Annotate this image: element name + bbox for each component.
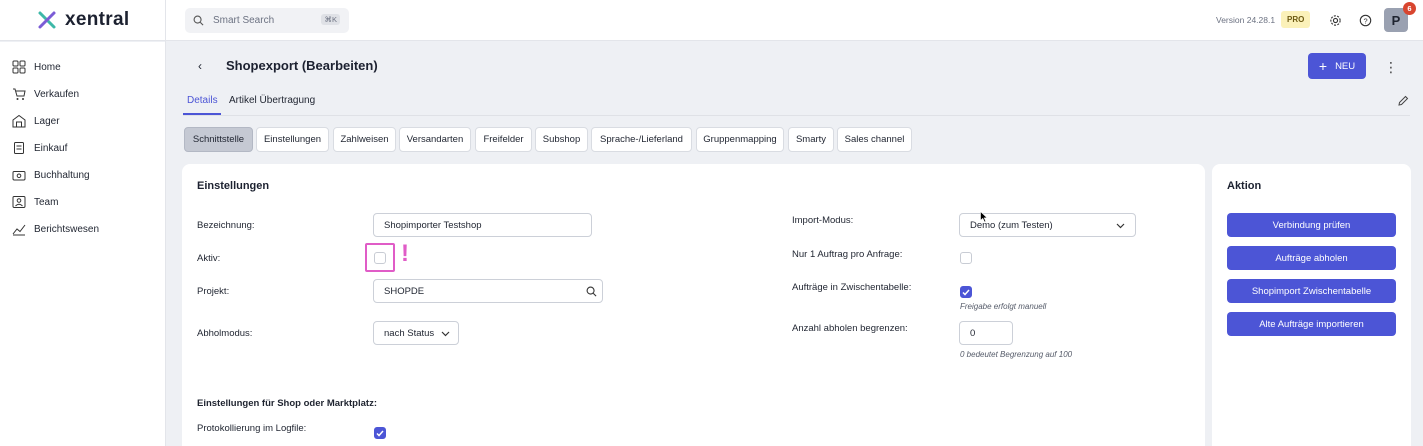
help-icon[interactable]: ? <box>1357 12 1373 28</box>
edit-pencil-icon[interactable] <box>1397 95 1409 110</box>
shop-section-title: Einstellungen für Shop oder Marktplatz: <box>197 398 377 409</box>
aktion-card-title: Aktion <box>1227 180 1262 192</box>
sidebar-item-label: Lager <box>34 115 60 127</box>
sidebar-item-label: Verkaufen <box>34 88 80 100</box>
aktiv-checkbox[interactable] <box>374 252 386 264</box>
check-icon <box>376 430 384 437</box>
cart-icon <box>13 88 26 100</box>
sidebar-item-label: Buchhaltung <box>34 169 90 181</box>
new-button[interactable]: + NEU <box>1308 53 1366 79</box>
reports-icon <box>12 224 26 236</box>
sidebar-item-verkaufen[interactable]: Verkaufen <box>12 87 79 101</box>
auftraege-abholen-button[interactable]: Aufträge abholen <box>1227 246 1396 270</box>
plan-badge: PRO <box>1281 11 1311 28</box>
logo-text: xentral <box>65 9 130 30</box>
projekt-label: Projekt: <box>197 286 230 297</box>
anzahl-label: Anzahl abholen begrenzen: <box>792 323 908 334</box>
sidebar-item-home[interactable]: Home <box>12 60 61 74</box>
abholmodus-select[interactable]: nach Status <box>373 321 459 345</box>
sidebar-item-einkauf[interactable]: Einkauf <box>12 141 67 155</box>
section-tab-schnittstelle[interactable]: Schnittstelle <box>184 127 253 152</box>
abholmodus-label: Abholmodus: <box>197 328 253 339</box>
accounting-icon <box>12 171 26 181</box>
shopimport-zwischentabelle-button[interactable]: Shopimport Zwischentabelle <box>1227 279 1396 303</box>
section-tab-einstellungen[interactable]: Einstellungen <box>256 127 329 152</box>
attention-marker: ! <box>401 240 409 267</box>
zwischentabelle-hint: Freigabe erfolgt manuell <box>960 302 1047 311</box>
notification-count-badge[interactable]: 6 <box>1403 2 1416 15</box>
xentral-logo-icon <box>38 11 56 29</box>
protokollierung-label: Protokollierung im Logfile: <box>197 423 307 434</box>
new-button-label: NEU <box>1335 60 1356 72</box>
back-chevron-icon[interactable]: ‹ <box>198 59 202 73</box>
plus-icon: + <box>1318 58 1328 74</box>
more-options-icon[interactable]: ⋮ <box>1384 59 1398 76</box>
tab-artikel-uebertragung[interactable]: Artikel Übertragung <box>229 95 315 106</box>
section-tab-gruppenmapping[interactable]: Gruppenmapping <box>696 127 784 152</box>
section-tab-zahlweisen[interactable]: Zahlweisen <box>333 127 396 152</box>
search-placeholder: Smart Search <box>213 15 275 26</box>
sidebar-item-label: Berichtswesen <box>34 223 100 235</box>
search-icon <box>193 15 204 26</box>
page-title: Shopexport (Bearbeiten) <box>226 58 378 73</box>
settings-gear-icon[interactable] <box>1327 12 1343 28</box>
anzahl-value: 0 <box>970 327 976 339</box>
section-tab-versandarten[interactable]: Versandarten <box>399 127 471 152</box>
alte-auftraege-importieren-button[interactable]: Alte Aufträge importieren <box>1227 312 1396 336</box>
purchase-icon <box>14 142 24 154</box>
chevron-down-icon <box>1116 223 1125 229</box>
sidebar-item-team[interactable]: Team <box>12 195 58 209</box>
sidebar: Home Verkaufen Lager Einkauf Buchhaltung… <box>0 42 165 446</box>
projekt-value: SHOPDE <box>384 285 425 297</box>
nur-ein-auftrag-label: Nur 1 Auftrag pro Anfrage: <box>792 249 903 260</box>
verbindung-pruefen-button[interactable]: Verbindung prüfen <box>1227 213 1396 237</box>
protokollierung-checkbox[interactable] <box>374 427 386 439</box>
nur-ein-auftrag-checkbox[interactable] <box>960 252 972 264</box>
section-tab-freifelder[interactable]: Freifelder <box>475 127 532 152</box>
search-shortcut: ⌘K <box>321 14 340 25</box>
check-icon <box>962 289 970 296</box>
zwischentabelle-label: Aufträge in Zwischentabelle: <box>792 282 912 293</box>
sidebar-item-berichtswesen[interactable]: Berichtswesen <box>12 222 99 236</box>
section-tab-smarty[interactable]: Smarty <box>788 127 834 152</box>
sidebar-item-label: Home <box>34 61 61 73</box>
team-icon <box>12 196 26 208</box>
sidebar-item-buchhaltung[interactable]: Buchhaltung <box>12 168 90 182</box>
sidebar-item-label: Einkauf <box>34 142 68 154</box>
dashboard-icon <box>12 60 26 74</box>
mouse-cursor-icon <box>980 211 988 223</box>
section-tab-sprache-lieferland[interactable]: Sprache-/Lieferland <box>591 127 692 152</box>
version-label: Version 24.28.1 <box>1216 15 1276 25</box>
svg-text:?: ? <box>1363 16 1367 25</box>
tab-details[interactable]: Details <box>187 95 218 106</box>
section-tab-subshop[interactable]: Subshop <box>535 127 588 152</box>
section-tab-sales-channel[interactable]: Sales channel <box>837 127 912 152</box>
zwischentabelle-checkbox[interactable] <box>960 286 972 298</box>
anzahl-hint: 0 bedeutet Begrenzung auf 100 <box>960 350 1073 359</box>
bezeichnung-label: Bezeichnung: <box>197 220 255 231</box>
anzahl-field[interactable]: 0 <box>959 321 1013 345</box>
logo[interactable]: xentral <box>37 9 129 31</box>
abholmodus-value: nach Status <box>384 327 435 339</box>
bezeichnung-value: Shopimporter Testshop <box>384 219 482 231</box>
bezeichnung-field[interactable]: Shopimporter Testshop <box>373 213 592 237</box>
projekt-field[interactable]: SHOPDE <box>373 279 603 303</box>
chevron-down-icon <box>441 331 450 337</box>
sidebar-item-lager[interactable]: Lager <box>12 114 60 128</box>
aktiv-label: Aktiv: <box>197 253 221 264</box>
smart-search[interactable]: Smart Search ⌘K <box>185 8 349 33</box>
aktion-card <box>1212 164 1411 446</box>
import-modus-label: Import-Modus: <box>792 215 854 226</box>
search-icon[interactable] <box>586 286 597 297</box>
sidebar-item-label: Team <box>34 196 59 208</box>
top-bar: xentral Smart Search ⌘K Version 24.28.1 … <box>0 0 1423 41</box>
warehouse-icon <box>12 114 26 128</box>
settings-card-title: Einstellungen <box>197 180 270 192</box>
tabs-divider <box>183 115 1410 116</box>
